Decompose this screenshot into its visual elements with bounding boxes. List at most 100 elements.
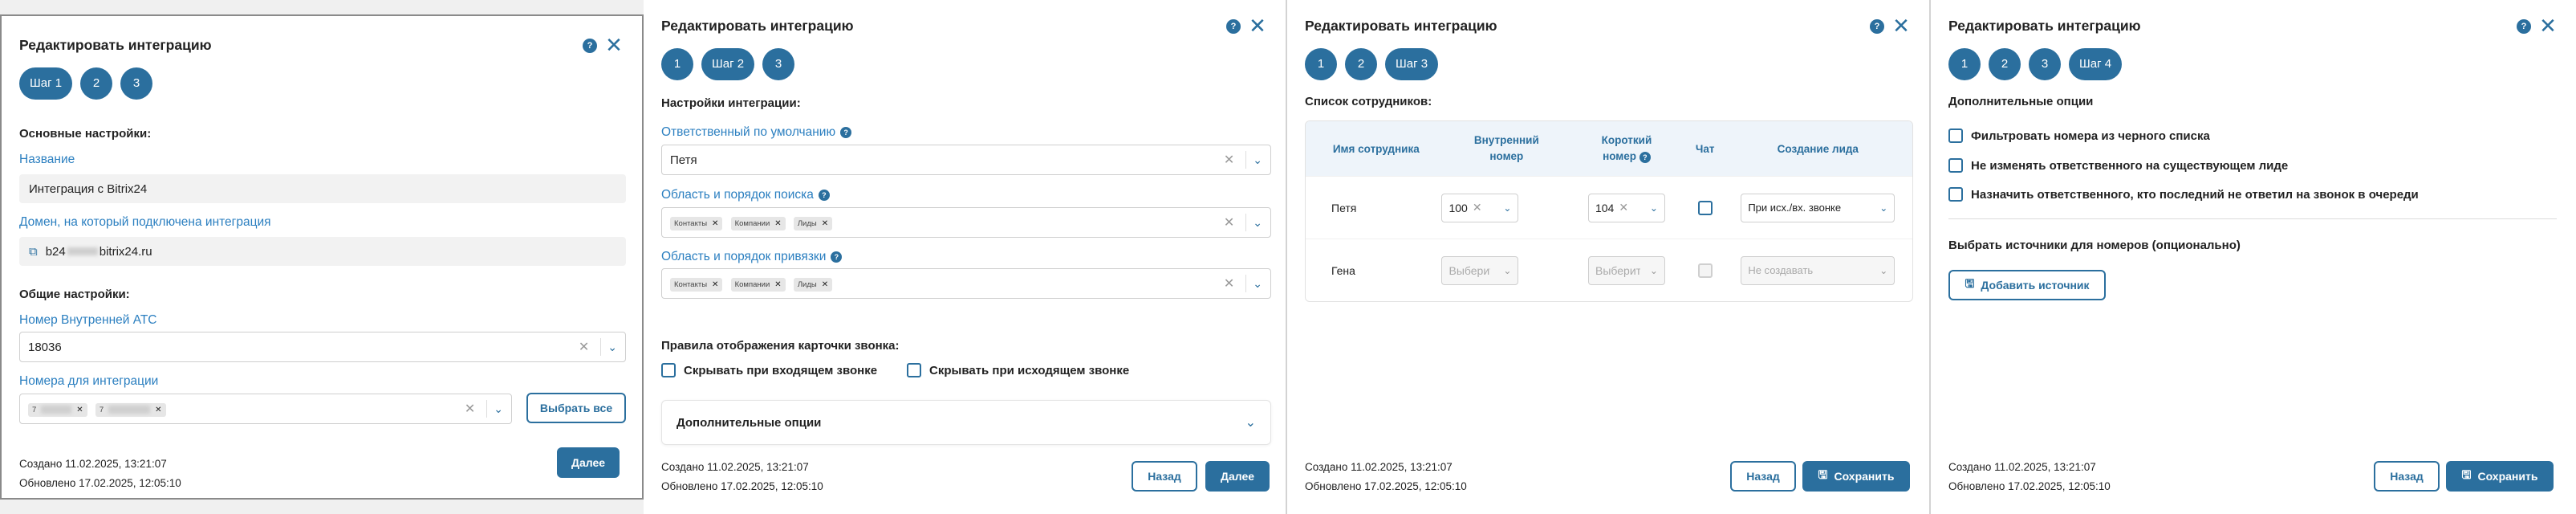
remove-icon[interactable]: ✕ xyxy=(76,406,83,414)
option-keep-responsible[interactable]: Не изменять ответственного на существующ… xyxy=(1948,158,2288,173)
lead-creation-select[interactable]: При исх./вх. звонке ⌄ xyxy=(1741,193,1895,222)
floppy-disk-icon: 🖫 xyxy=(2461,468,2472,481)
remove-icon[interactable]: ✕ xyxy=(774,219,781,228)
close-icon[interactable]: ✕ xyxy=(1247,14,1268,37)
step-3-button[interactable]: 3 xyxy=(120,67,153,100)
step-2-button[interactable]: 2 xyxy=(1345,48,1377,80)
card-rules-heading: Правила отображения карточки звонка: xyxy=(661,339,900,353)
step-2-button[interactable]: 2 xyxy=(80,67,113,100)
remove-icon[interactable]: ✕ xyxy=(155,406,161,414)
add-source-button[interactable]: 🖫 Добавить источник xyxy=(1948,270,2106,300)
close-icon[interactable]: ✕ xyxy=(1891,14,1912,37)
clear-icon[interactable]: ✕ xyxy=(1619,201,1628,214)
back-button[interactable]: Назад xyxy=(1730,461,1796,492)
internal-number-select[interactable]: 100 ✕ ⌄ xyxy=(1441,193,1519,222)
step-2-button[interactable]: Шаг 2 xyxy=(701,48,755,80)
close-icon[interactable]: ✕ xyxy=(603,34,624,56)
remove-icon[interactable]: ✕ xyxy=(712,280,718,289)
help-icon[interactable]: ? xyxy=(1639,152,1651,163)
updated-text: Обновлено 17.02.2025, 12:05:10 xyxy=(1948,480,2111,492)
hide-incoming-checkbox[interactable] xyxy=(661,363,676,377)
back-button[interactable]: Назад xyxy=(1132,461,1197,492)
step-1-button[interactable]: 1 xyxy=(1305,48,1337,80)
chevron-down-icon[interactable]: ⌄ xyxy=(1879,265,1887,276)
chevron-down-icon[interactable]: ⌄ xyxy=(607,341,617,354)
next-button[interactable]: Далее xyxy=(1205,461,1270,492)
help-icon[interactable]: ? xyxy=(831,251,843,263)
remove-icon[interactable]: ✕ xyxy=(712,219,718,228)
save-button[interactable]: 🖫 Сохранить xyxy=(1802,461,1910,492)
additional-options-accordion[interactable]: Дополнительные опции ⌄ xyxy=(661,400,1271,445)
step-3-button[interactable]: 3 xyxy=(2029,48,2061,80)
numbers-select[interactable]: 7 ✕ 7 ✕ ✕ ⌄ xyxy=(19,394,512,424)
step-2-button[interactable]: 2 xyxy=(1989,48,2021,80)
clear-icon[interactable]: ✕ xyxy=(465,401,475,417)
search-chips: Контакты ✕ Компании ✕ Лиды ✕ xyxy=(670,215,1224,230)
copy-icon[interactable]: ⧉ xyxy=(29,245,38,259)
save-button[interactable]: 🖫 Сохранить xyxy=(2446,461,2554,492)
remove-icon[interactable]: ✕ xyxy=(822,280,828,289)
hide-outgoing-option[interactable]: Скрывать при исходящем звонке xyxy=(907,363,1129,377)
internal-number-select[interactable]: Выберите⌄ xyxy=(1441,255,1519,285)
search-select[interactable]: Контакты ✕ Компании ✕ Лиды ✕ ✕ ⌄ xyxy=(661,207,1271,238)
chevron-down-icon[interactable]: ⌄ xyxy=(1650,265,1658,276)
remove-icon[interactable]: ✕ xyxy=(822,219,828,228)
chevron-down-icon[interactable]: ⌄ xyxy=(1879,202,1887,214)
step-1-button[interactable]: Шаг 1 xyxy=(19,67,73,100)
step-3-button[interactable]: Шаг 3 xyxy=(1385,48,1439,80)
blacklist-checkbox[interactable] xyxy=(1948,128,1963,143)
hide-incoming-option[interactable]: Скрывать при входящем звонке xyxy=(661,363,877,377)
clear-icon[interactable]: ✕ xyxy=(1224,275,1234,292)
chip: Компании ✕ xyxy=(730,216,786,230)
step-1-button[interactable]: 1 xyxy=(661,48,693,80)
assign-last-missed-checkbox[interactable] xyxy=(1948,187,1963,202)
keep-responsible-checkbox[interactable] xyxy=(1948,158,1963,173)
help-icon[interactable]: ? xyxy=(2517,19,2531,34)
chevron-down-icon[interactable]: ⌄ xyxy=(1503,265,1511,276)
responsible-label: Ответственный по умолчанию? xyxy=(661,125,852,140)
select-all-button[interactable]: Выбрать все xyxy=(526,393,626,423)
domain-suffix: bitrix24.ru xyxy=(99,244,152,259)
clear-icon[interactable]: ✕ xyxy=(1224,152,1234,168)
clear-icon[interactable]: ✕ xyxy=(1224,214,1234,230)
responsible-select[interactable]: Петя ✕ ⌄ xyxy=(661,145,1271,175)
step-1-button[interactable]: 1 xyxy=(1948,48,1981,80)
chat-checkbox[interactable] xyxy=(1697,200,1713,215)
help-icon[interactable]: ? xyxy=(840,127,852,138)
option-blacklist[interactable]: Фильтровать номера из черного списка xyxy=(1948,128,2210,143)
dialog-step-4: Редактировать интеграцию ? ✕ 1 2 3 Шаг 4… xyxy=(1931,0,2576,514)
help-icon[interactable]: ? xyxy=(1870,19,1884,34)
close-icon[interactable]: ✕ xyxy=(2537,14,2558,37)
table-row: Петя 100 ✕ ⌄ 104 ✕ ⌄ При исх./вх. звонке… xyxy=(1306,176,1912,239)
pbx-select[interactable]: 18036 ✕ ⌄ xyxy=(19,332,626,362)
step-4-button[interactable]: Шаг 4 xyxy=(2069,48,2123,80)
option-assign-last-missed[interactable]: Назначить ответственного, кто последний … xyxy=(1948,187,2419,202)
next-button[interactable]: Далее xyxy=(557,447,620,478)
clear-icon[interactable]: ✕ xyxy=(579,339,589,355)
remove-icon[interactable]: ✕ xyxy=(774,280,781,289)
help-icon[interactable]: ? xyxy=(583,39,597,53)
chevron-down-icon[interactable]: ⌄ xyxy=(1245,414,1256,430)
binding-select[interactable]: Контакты ✕ Компании ✕ Лиды ✕ ✕ ⌄ xyxy=(661,268,1271,299)
floppy-disk-icon: 🖫 xyxy=(1818,468,1828,481)
help-icon[interactable]: ? xyxy=(1226,19,1241,34)
dialog-step-2: Редактировать интеграцию ? ✕ 1 Шаг 2 3 Н… xyxy=(644,0,1287,514)
hide-outgoing-checkbox[interactable] xyxy=(907,363,921,377)
chevron-down-icon[interactable]: ⌄ xyxy=(1650,202,1658,214)
chevron-down-icon[interactable]: ⌄ xyxy=(1253,153,1262,167)
chevron-down-icon[interactable]: ⌄ xyxy=(1253,216,1262,230)
chevron-down-icon[interactable]: ⌄ xyxy=(1503,202,1511,214)
help-icon[interactable]: ? xyxy=(818,190,830,201)
lead-creation-select[interactable]: Не создавать ⌄ xyxy=(1741,255,1895,285)
chip: Лиды ✕ xyxy=(793,277,833,292)
dialog-header: Редактировать интеграцию ? ✕ xyxy=(661,14,1268,42)
clear-icon[interactable]: ✕ xyxy=(1473,201,1482,214)
sources-heading: Выбрать источники для номеров (опциональ… xyxy=(1948,239,2241,252)
step-3-button[interactable]: 3 xyxy=(762,48,795,80)
short-number-select[interactable]: 104 ✕ ⌄ xyxy=(1587,193,1665,222)
chevron-down-icon[interactable]: ⌄ xyxy=(494,402,503,416)
chevron-down-icon[interactable]: ⌄ xyxy=(1253,277,1262,291)
back-button[interactable]: Назад xyxy=(2374,461,2440,492)
chat-checkbox[interactable] xyxy=(1697,263,1713,278)
short-number-select[interactable]: Выберите⌄ xyxy=(1587,255,1665,285)
